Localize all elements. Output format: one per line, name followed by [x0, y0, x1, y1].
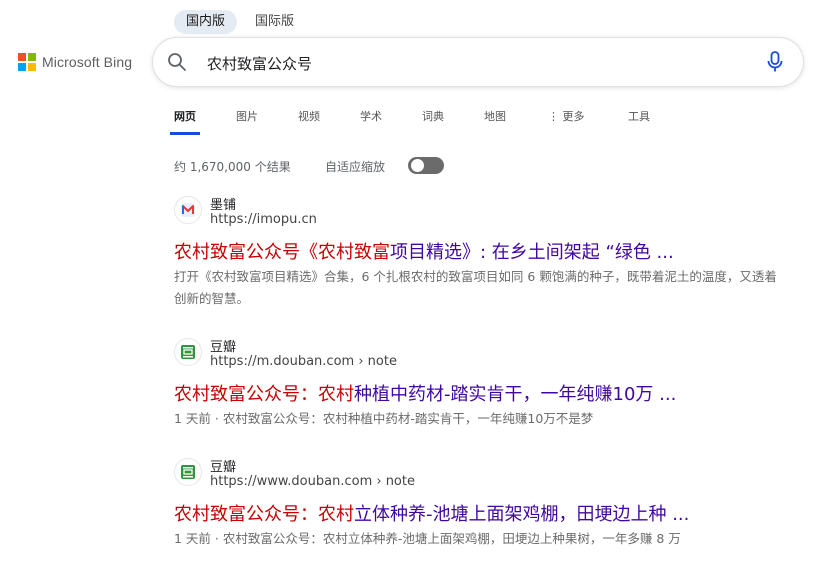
tab-videos[interactable]: 视频: [298, 108, 320, 124]
search-box: [153, 38, 803, 86]
douban-favicon-icon: [174, 338, 202, 366]
tab-academic[interactable]: 学术: [360, 108, 382, 124]
douban-favicon-icon: [174, 458, 202, 486]
result-snippet: 打开《农村致富项目精选》合集，6 个扎根农村的致富项目如同 6 颗饱满的种子，既…: [174, 269, 777, 306]
result-snippet: 1 天前 · 农村致富公众号：农村种植中药材-踏实肯干，一年纯赚10万不是梦: [174, 408, 784, 430]
region-international-button[interactable]: 国际版: [243, 10, 306, 34]
result-site-name[interactable]: 豆瓣: [210, 456, 236, 475]
tab-images[interactable]: 图片: [236, 108, 258, 124]
result-time: 1 天前 ·: [174, 531, 219, 546]
toggle-knob: [411, 159, 424, 172]
region-domestic-button[interactable]: 国内版: [174, 10, 238, 34]
result-time: 1 天前 ·: [174, 411, 219, 426]
result-title-link[interactable]: 农村致富公众号：农村立体种养-池塘上面架鸡棚，田埂边上种 ...: [174, 500, 689, 526]
adaptive-zoom-toggle[interactable]: [408, 157, 444, 174]
search-icon[interactable]: [167, 52, 187, 72]
imopu-favicon-icon: [174, 196, 202, 224]
result-snippet-text: 农村致富公众号：农村种植中药材-踏实肯干，一年纯赚10万不是梦: [222, 411, 594, 426]
active-tab-indicator: [170, 132, 200, 135]
tab-more[interactable]: ⋮ 更多: [548, 108, 585, 124]
microsoft-logo-icon: [18, 53, 36, 71]
tab-tools[interactable]: 工具: [628, 108, 650, 124]
tab-dictionary[interactable]: 词典: [422, 108, 444, 124]
result-url[interactable]: https://www.douban.com › note: [210, 474, 415, 489]
result-count: 约 1,670,000 个结果: [174, 160, 291, 174]
microphone-icon[interactable]: [765, 51, 785, 73]
result-title-link[interactable]: 农村致富公众号《农村致富项目精选》: 在乡土间架起 “绿色 ...: [174, 238, 674, 264]
search-input[interactable]: [205, 50, 749, 76]
region-toggle: 国内版 国际版: [174, 10, 312, 34]
logo-text: Microsoft Bing: [42, 54, 133, 70]
result-url[interactable]: https://m.douban.com › note: [210, 354, 397, 369]
result-title-link[interactable]: 农村致富公众号：农村种植中药材-踏实肯干，一年纯赚10万 ...: [174, 380, 676, 406]
search-result: 墨铺 https://imopu.cn 农村致富公众号《农村致富项目精选》: 在…: [174, 194, 794, 314]
result-site-name[interactable]: 豆瓣: [210, 336, 236, 355]
result-title-rest: 立体种养-池塘上面架鸡棚，田埂边上种 ...: [354, 504, 690, 525]
result-title-rest: 种植中药材-踏实肯干，一年纯赚10万 ...: [354, 384, 677, 405]
result-snippet-text: 农村致富公众号：农村立体种养-池塘上面架鸡棚，田埂边上种果树，一年多赚 8 万: [222, 531, 681, 546]
tab-web[interactable]: 网页: [174, 108, 196, 124]
result-url[interactable]: https://imopu.cn: [210, 212, 317, 227]
adaptive-zoom-label: 自适应缩放: [325, 160, 386, 174]
search-result: 豆瓣 https://www.douban.com › note 农村致富公众号…: [174, 456, 794, 556]
result-site-name[interactable]: 墨铺: [210, 194, 236, 213]
bing-logo[interactable]: Microsoft Bing: [18, 53, 132, 71]
result-title-rest: 项目精选》: 在乡土间架起 “绿色 ...: [390, 242, 674, 263]
result-snippet: 1 天前 · 农村致富公众号：农村立体种养-池塘上面架鸡棚，田埂边上种果树，一年…: [174, 528, 784, 550]
result-title-highlight: 农村致富公众号：农村: [174, 504, 354, 525]
tab-maps[interactable]: 地图: [484, 108, 506, 124]
result-title-highlight: 农村致富公众号：农村: [174, 384, 354, 405]
result-title-highlight: 农村致富公众号《农村致富: [174, 242, 390, 263]
search-result: 豆瓣 https://m.douban.com › note 农村致富公众号：农…: [174, 336, 794, 436]
